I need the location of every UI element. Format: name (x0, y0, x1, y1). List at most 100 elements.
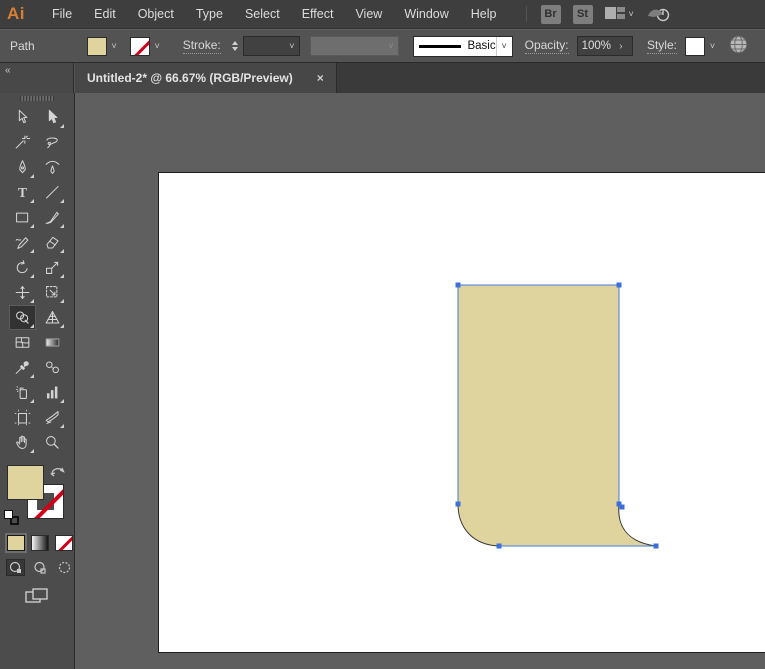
blend-tool-button[interactable] (39, 355, 66, 380)
curvature-tool-button[interactable] (39, 155, 66, 180)
gradient-icon (45, 338, 59, 347)
pen-tool-button[interactable] (9, 155, 36, 180)
draw-normal-button[interactable] (6, 559, 26, 576)
line-segment-tool-button[interactable] (39, 180, 66, 205)
fill-color-swatch[interactable] (86, 36, 107, 56)
style-label[interactable]: Style: (646, 38, 677, 54)
column-graph-icon (46, 386, 57, 399)
magic-wand-tool-button[interactable] (9, 130, 36, 155)
chevron-down-icon[interactable]: ˅ (107, 37, 122, 56)
selected-shape[interactable] (457, 284, 657, 547)
shaper-tool-button[interactable] (9, 230, 36, 255)
menu-effect[interactable]: Effect (291, 0, 345, 28)
collapse-panel-icon[interactable]: « (5, 65, 10, 76)
paintbrush-tool-button[interactable] (39, 205, 66, 230)
anchor-point[interactable] (455, 282, 461, 288)
canvas-area[interactable] (75, 93, 765, 669)
draw-inside-button[interactable] (55, 559, 74, 576)
eraser-tool-button[interactable] (39, 230, 66, 255)
symbol-sprayer-tool-button[interactable] (9, 380, 36, 405)
stroke-weight-label[interactable]: Stroke: (182, 38, 221, 54)
anchor-point[interactable] (496, 543, 502, 549)
stepper-up-icon[interactable] (231, 41, 238, 45)
opacity-label[interactable]: Opacity: (524, 38, 569, 54)
style-swatch[interactable] (684, 36, 705, 56)
none-button[interactable] (55, 535, 73, 551)
draw-behind-button[interactable] (30, 559, 49, 576)
perspective-grid-tool-button[interactable] (39, 305, 66, 330)
cc-sync-icon[interactable] (646, 4, 672, 25)
anchor-point[interactable] (619, 504, 625, 510)
chevron-down-icon[interactable]: ˅ (284, 37, 299, 56)
swap-fill-stroke-icon[interactable] (49, 464, 66, 482)
opacity-field[interactable]: 100% › (576, 36, 633, 56)
anchor-point[interactable] (653, 543, 659, 549)
opacity-expander-icon[interactable]: › (614, 41, 628, 52)
direct-selection-tool-button[interactable] (39, 105, 66, 130)
bridge-button[interactable]: Br (540, 4, 561, 24)
fill-proxy-swatch[interactable] (7, 465, 44, 500)
magic-wand-icon (15, 135, 30, 149)
stroke-color-control[interactable]: ˅ (129, 36, 165, 56)
chevron-down-icon[interactable]: ˅ (150, 37, 165, 56)
gradient-tool-button[interactable] (39, 330, 66, 355)
slice-tool-button[interactable] (39, 405, 66, 430)
menu-divider (525, 6, 527, 22)
selection-tool-button[interactable] (9, 105, 36, 130)
menu-object[interactable]: Object (127, 0, 185, 28)
hand-tool-button[interactable] (9, 430, 36, 455)
opacity-value[interactable]: 100% (582, 40, 614, 52)
chevron-down-icon[interactable]: ˅ (495, 36, 512, 56)
paintbrush-icon (45, 211, 59, 224)
document-tab-title: Untitled-2* @ 66.67% (RGB/Preview) (87, 71, 293, 85)
panel-grip[interactable] (20, 96, 54, 101)
menu-window[interactable]: Window (393, 0, 459, 28)
free-transform-tool-button[interactable] (39, 280, 66, 305)
document-tab[interactable]: Untitled-2* @ 66.67% (RGB/Preview) × (74, 63, 337, 93)
control-bar: Path ˅ ˅ Stroke: ˅ ˅ Basic ˅ Opacity: 10… (0, 29, 765, 63)
mesh-icon (15, 337, 29, 348)
zoom-icon (45, 436, 59, 449)
line-segment-icon (45, 186, 59, 199)
stroke-color-swatch-none[interactable] (129, 36, 150, 56)
default-fill-stroke-icon[interactable] (4, 510, 19, 525)
mesh-tool-button[interactable] (9, 330, 36, 355)
rotate-tool-button[interactable] (9, 255, 36, 280)
graphic-style-control[interactable]: ˅ (684, 36, 720, 56)
stroke-weight-combo[interactable]: ˅ (242, 36, 301, 56)
screen-mode-button[interactable] (23, 588, 51, 604)
anchor-point[interactable] (455, 501, 461, 507)
menu-file[interactable]: File (41, 0, 83, 28)
stepper-down-icon[interactable] (231, 47, 238, 51)
rectangle-tool-button[interactable] (9, 205, 36, 230)
menu-view[interactable]: View (344, 0, 393, 28)
eyedropper-tool-button[interactable] (9, 355, 36, 380)
menu-type[interactable]: Type (185, 0, 234, 28)
workspace-layout-icon (604, 6, 625, 23)
zoom-tool-button[interactable] (39, 430, 66, 455)
menu-select[interactable]: Select (234, 0, 291, 28)
stroke-weight-stepper[interactable] (229, 36, 241, 56)
close-tab-icon[interactable]: × (317, 71, 324, 85)
artboard-icon (14, 409, 30, 426)
lasso-tool-button[interactable] (39, 130, 66, 155)
globe-icon[interactable] (728, 34, 749, 58)
menu-edit[interactable]: Edit (83, 0, 127, 28)
width-tool-button[interactable] (9, 280, 36, 305)
brush-definition-combo[interactable]: Basic ˅ (413, 35, 513, 57)
fill-color-control[interactable]: ˅ (86, 36, 122, 56)
gradient-button[interactable] (31, 535, 49, 551)
stock-button[interactable]: St (572, 4, 593, 24)
menu-help[interactable]: Help (460, 0, 508, 28)
eyedropper-icon (15, 361, 29, 374)
scale-tool-button[interactable] (39, 255, 66, 280)
type-tool-button[interactable]: T (9, 180, 36, 205)
hand-icon (15, 435, 27, 449)
color-button[interactable] (7, 535, 25, 551)
column-graph-tool-button[interactable] (39, 380, 66, 405)
workspace-switcher[interactable]: ˅ (604, 6, 634, 23)
chevron-down-icon[interactable]: ˅ (705, 37, 720, 56)
artboard-tool-button[interactable] (9, 405, 36, 430)
shape-builder-tool-button[interactable] (8, 305, 36, 330)
anchor-point[interactable] (616, 282, 622, 288)
